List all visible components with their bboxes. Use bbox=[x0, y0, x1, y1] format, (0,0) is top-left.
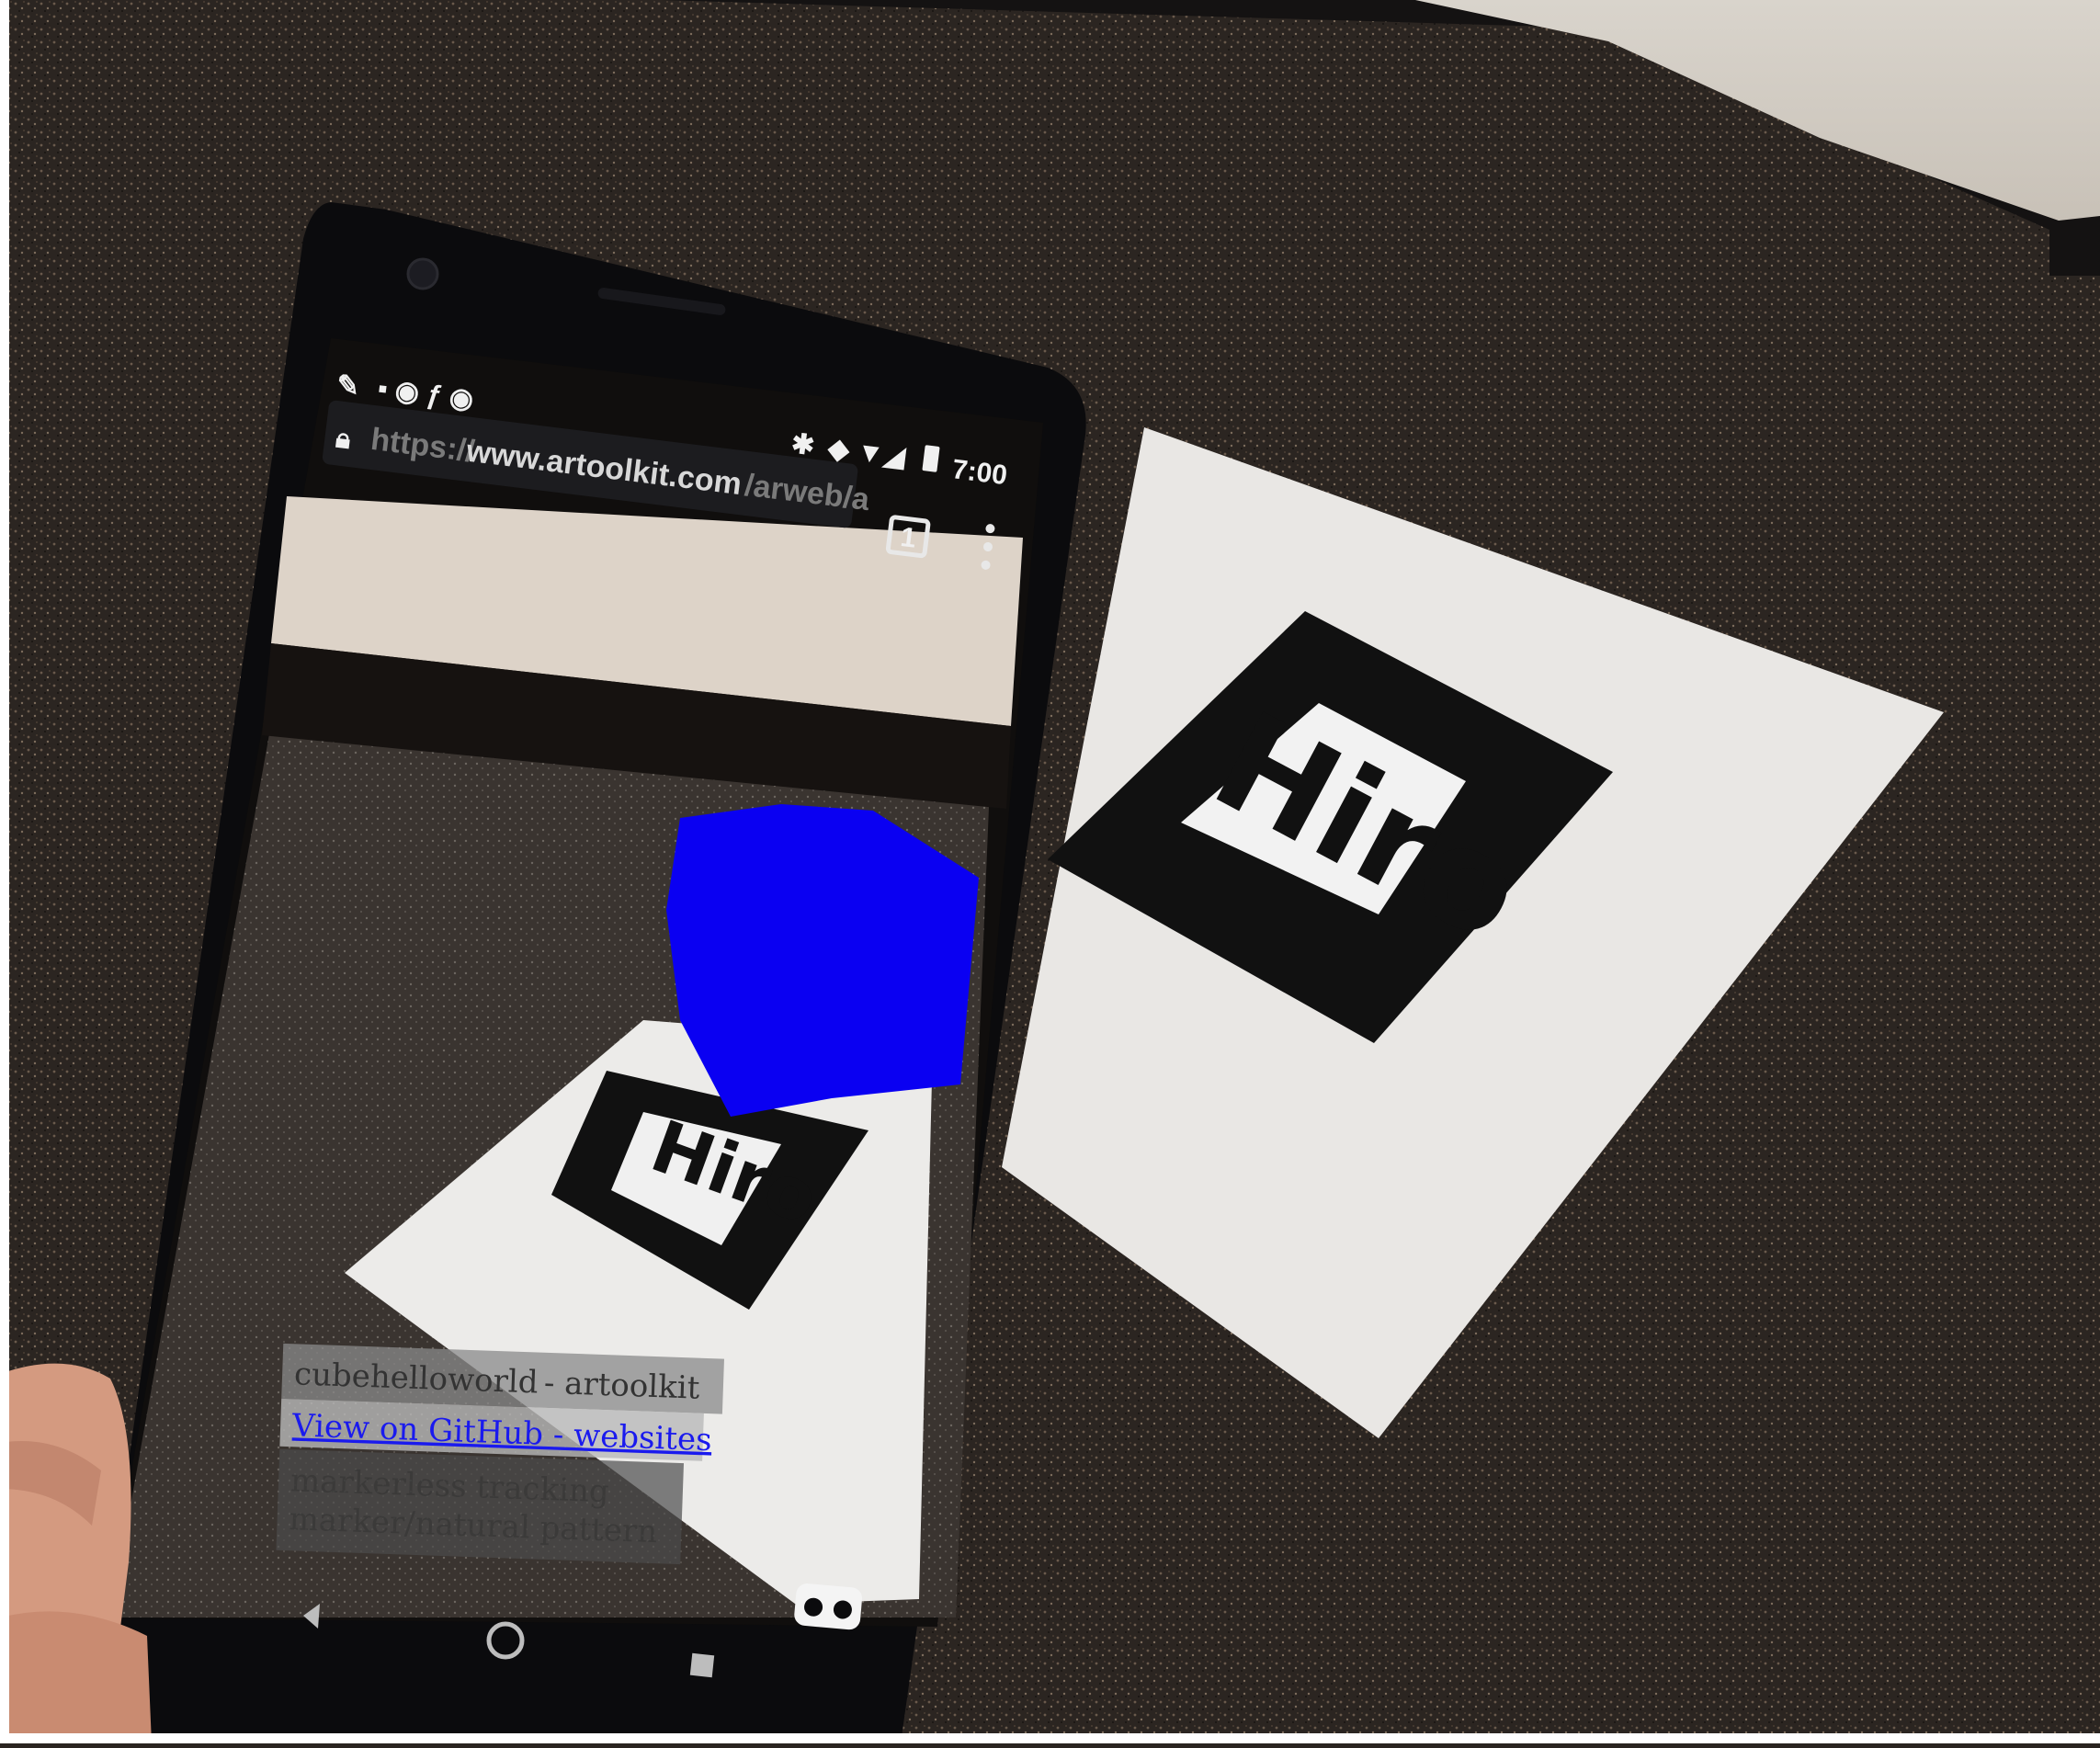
wrench-icon: ✎ bbox=[335, 369, 361, 403]
photo-scene: Hiro ✎ ▪ ◉ ƒ ◉ ✱ ◆ ▼◢ 7:00 🔒︎ https:// w… bbox=[0, 0, 2100, 1743]
bluetooth-icon: ✱ bbox=[789, 428, 816, 461]
overlay-title-suffix: - artoolkit bbox=[543, 1365, 700, 1407]
image-border-bottom bbox=[0, 1733, 2100, 1743]
battery-icon bbox=[922, 445, 940, 472]
ar-cube bbox=[666, 804, 979, 1117]
recents-nav-icon[interactable] bbox=[689, 1652, 715, 1678]
hand-fingers bbox=[0, 1611, 152, 1743]
front-camera bbox=[406, 257, 439, 290]
vr-cardboard-icon[interactable] bbox=[793, 1583, 863, 1630]
image-border-left bbox=[0, 0, 9, 1743]
